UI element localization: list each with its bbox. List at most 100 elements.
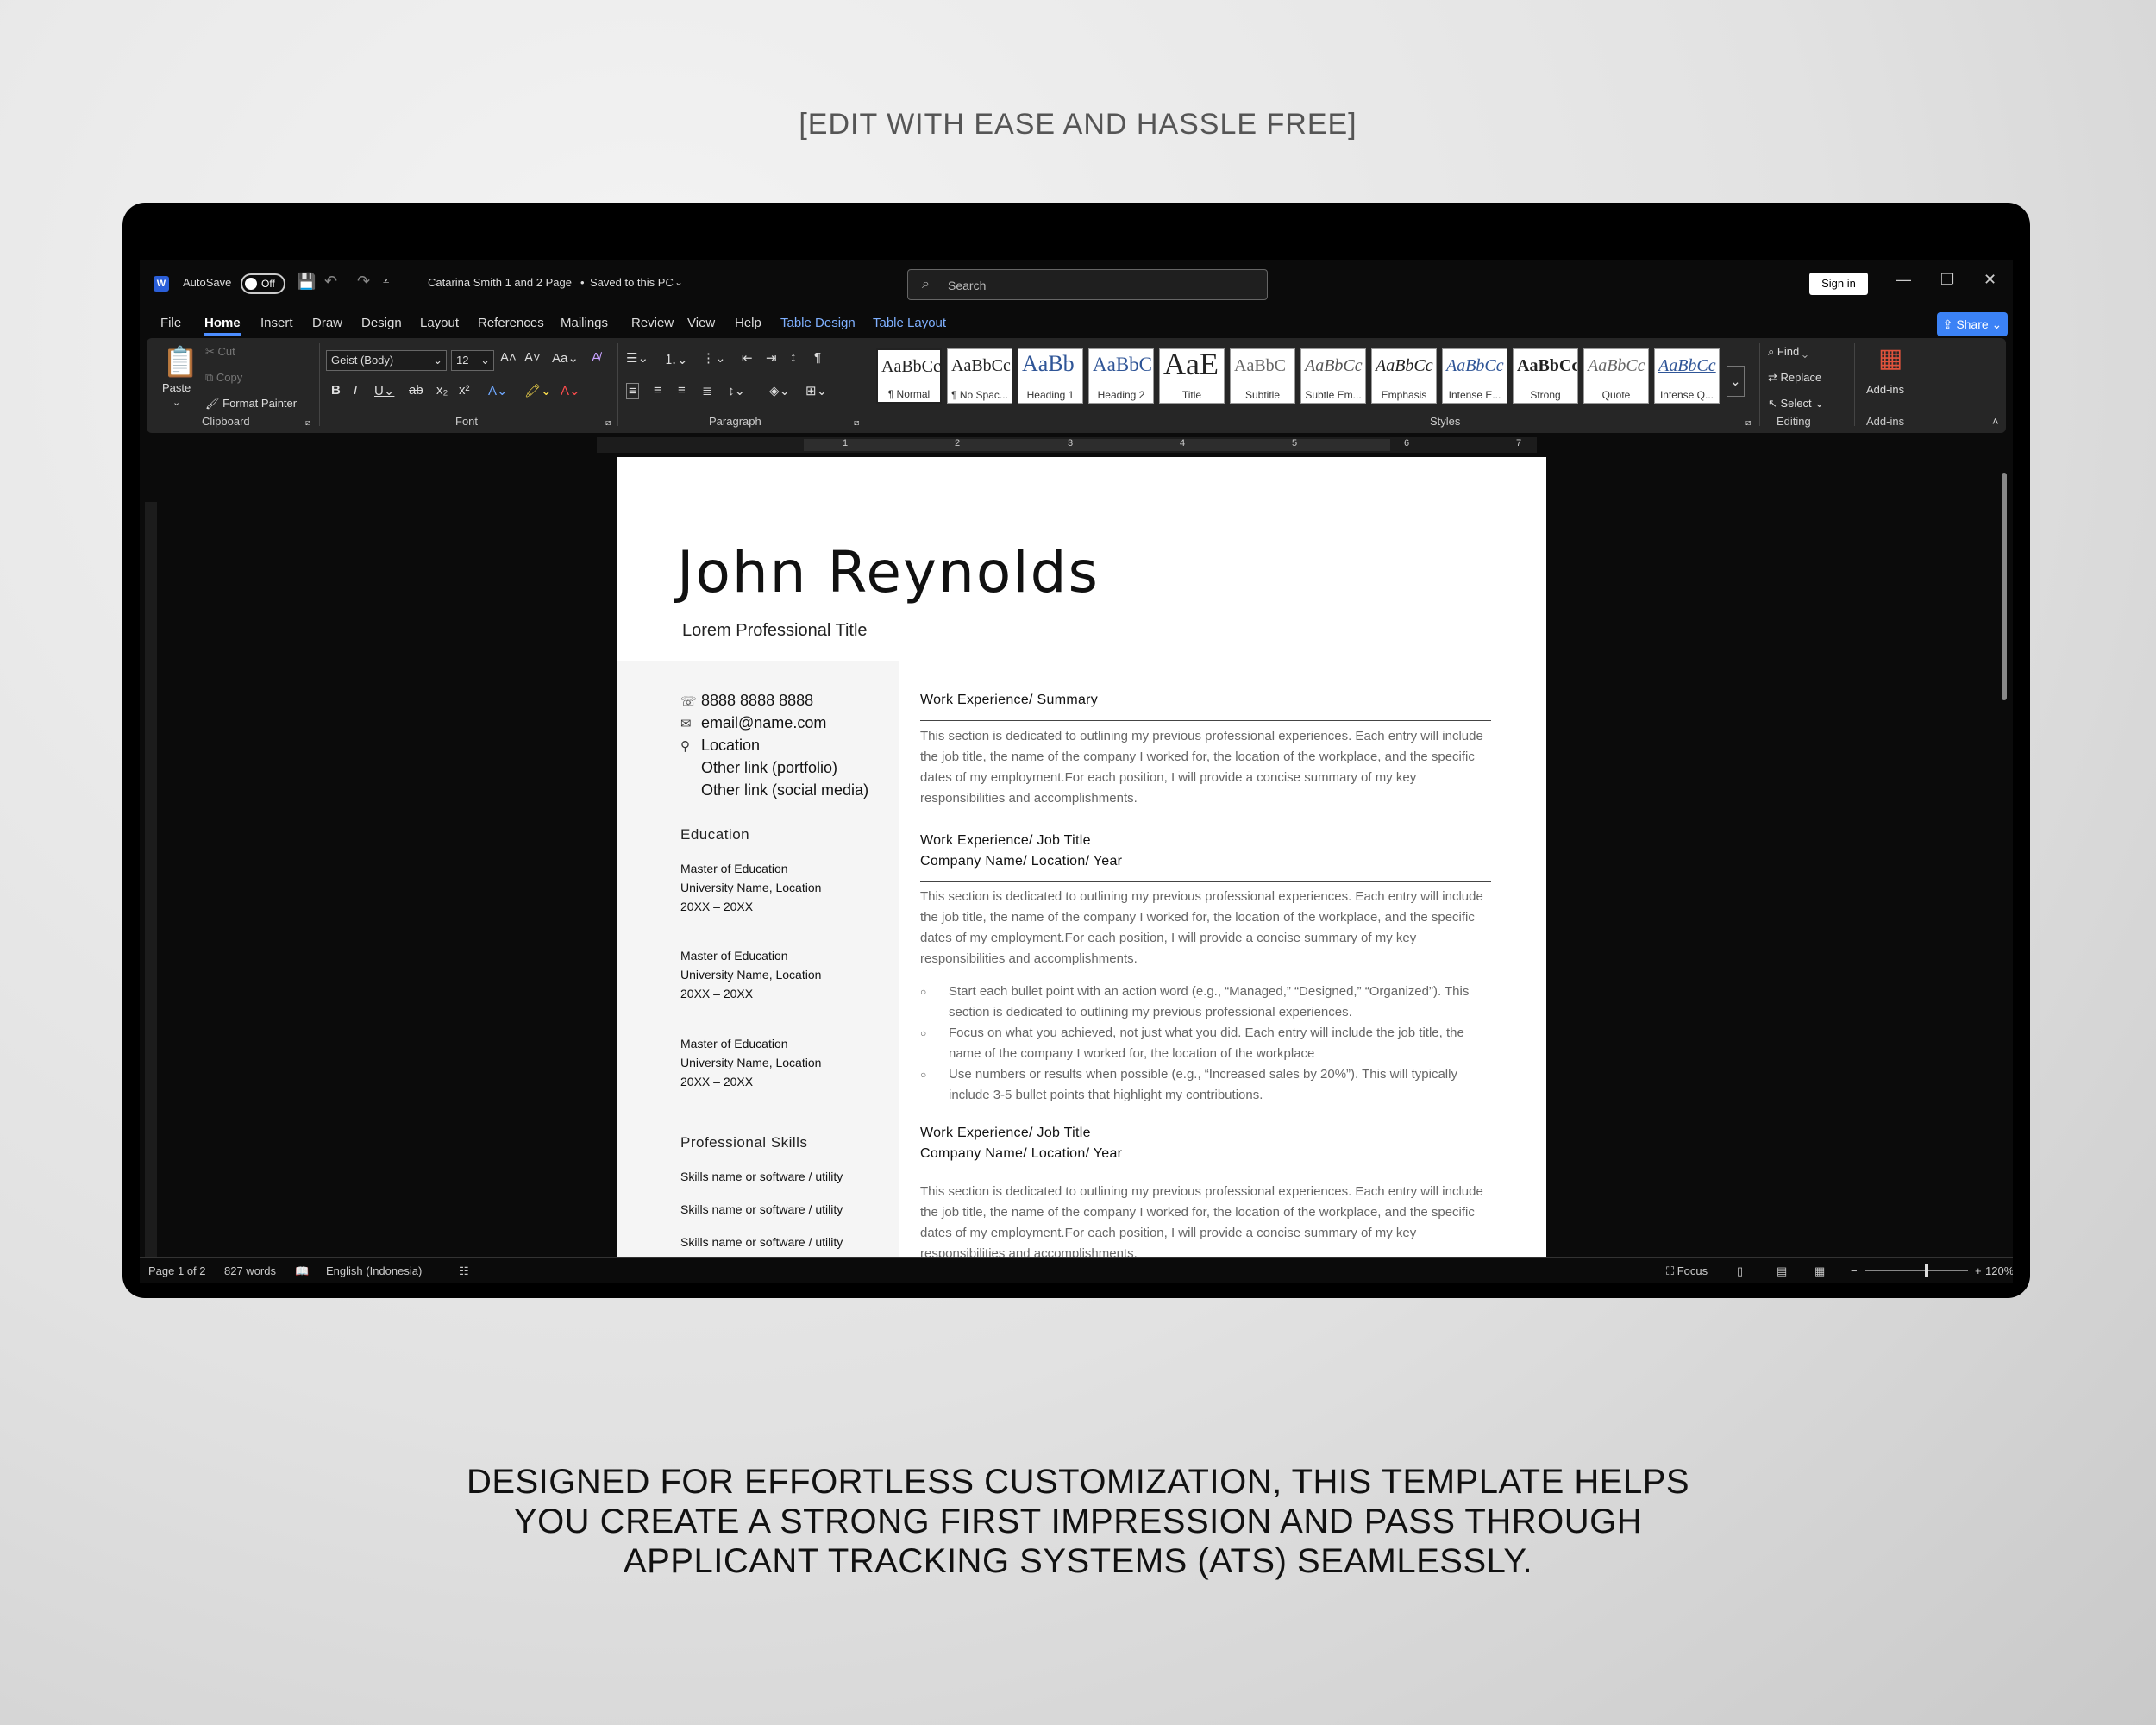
contact-email[interactable]: ✉ email@name.com bbox=[680, 714, 826, 732]
tab-design[interactable]: Design bbox=[361, 316, 402, 330]
focus-button[interactable]: ⛶ Focus bbox=[1666, 1264, 1708, 1278]
style-subtitle[interactable]: AaBbC Subtitle bbox=[1230, 348, 1295, 404]
add-ins-button[interactable]: Add-ins bbox=[1866, 383, 1904, 396]
bold-icon[interactable]: B bbox=[331, 383, 341, 398]
align-right-icon[interactable]: ≡ bbox=[678, 383, 686, 398]
skills-heading[interactable]: Professional Skills bbox=[680, 1134, 807, 1151]
proofing-icon[interactable]: 📖 bbox=[295, 1264, 309, 1278]
subscript-icon[interactable]: x₂ bbox=[436, 383, 448, 398]
redo-icon[interactable]: ↷ bbox=[357, 273, 370, 291]
tab-home[interactable]: Home bbox=[204, 316, 241, 336]
vertical-ruler[interactable] bbox=[145, 502, 157, 1261]
line-spacing-icon[interactable]: ↕⌄ bbox=[728, 383, 745, 398]
dialog-launcher-icon[interactable]: ⧄ bbox=[854, 418, 859, 428]
tab-references[interactable]: References bbox=[478, 316, 544, 330]
document-page[interactable]: John Reynolds Lorem Professional Title ☏… bbox=[617, 457, 1546, 1259]
page-count[interactable]: Page 1 of 2 bbox=[148, 1264, 206, 1277]
job1-paragraph[interactable]: This section is dedicated to outlining m… bbox=[920, 887, 1493, 969]
italic-icon[interactable]: I bbox=[354, 383, 357, 398]
tab-review[interactable]: Review bbox=[631, 316, 674, 330]
zoom-level[interactable]: 120% bbox=[1985, 1264, 2013, 1277]
superscript-icon[interactable]: x² bbox=[459, 383, 470, 398]
scrollbar-thumb[interactable] bbox=[2002, 473, 2007, 700]
job1-company[interactable]: Company Name/ Location/ Year bbox=[920, 851, 1122, 872]
shading-icon[interactable]: ◈⌄ bbox=[769, 383, 790, 398]
tab-draw[interactable]: Draw bbox=[312, 316, 342, 330]
style-no-spacing[interactable]: AaBbCc ¶ No Spac... bbox=[947, 348, 1012, 404]
align-left-icon[interactable]: ≡ bbox=[626, 383, 639, 399]
style-intense-quote[interactable]: AaBbCc Intense Q... bbox=[1654, 348, 1720, 404]
search-box[interactable]: ⌕ Search bbox=[907, 269, 1268, 300]
document-title[interactable]: Catarina Smith 1 and 2 Page bbox=[428, 276, 572, 289]
style-heading-2[interactable]: AaBbC Heading 2 bbox=[1088, 348, 1154, 404]
web-layout-icon[interactable]: ▦ bbox=[1814, 1264, 1825, 1278]
change-case-icon[interactable]: Aa⌄ bbox=[552, 350, 579, 366]
undo-icon[interactable]: ↶ bbox=[324, 273, 337, 291]
summary-paragraph[interactable]: This section is dedicated to outlining m… bbox=[920, 726, 1493, 809]
add-ins-icon[interactable]: ▦ bbox=[1878, 343, 1902, 373]
tab-mailings[interactable]: Mailings bbox=[561, 316, 608, 330]
save-status[interactable]: Saved to this PC bbox=[590, 276, 674, 289]
accessibility-icon[interactable]: ☷ bbox=[459, 1264, 469, 1278]
tab-insert[interactable]: Insert bbox=[260, 316, 293, 330]
autosave-toggle[interactable]: Off bbox=[241, 273, 285, 294]
tab-view[interactable]: View bbox=[687, 316, 715, 330]
skill-item[interactable]: Skills name or software / utility bbox=[680, 1202, 843, 1216]
sign-in-button[interactable]: Sign in bbox=[1809, 273, 1868, 295]
customize-qat-icon[interactable]: ⩡ bbox=[383, 274, 389, 288]
style-quote[interactable]: AaBbCc Quote bbox=[1583, 348, 1649, 404]
tab-table-layout[interactable]: Table Layout bbox=[873, 316, 946, 330]
chevron-down-icon[interactable]: ⌄ bbox=[172, 397, 180, 408]
style-heading-1[interactable]: AaBb Heading 1 bbox=[1018, 348, 1083, 404]
borders-icon[interactable]: ⊞⌄ bbox=[805, 383, 827, 398]
text-effects-icon[interactable]: A⌄ bbox=[488, 383, 508, 398]
style-intense-emphasis[interactable]: AaBbCc Intense E... bbox=[1442, 348, 1507, 404]
tab-help[interactable]: Help bbox=[735, 316, 761, 330]
numbering-icon[interactable]: ⒈⌄ bbox=[664, 350, 688, 368]
pilcrow-icon[interactable]: ¶ bbox=[814, 350, 821, 365]
read-mode-icon[interactable]: ▯ bbox=[1737, 1264, 1743, 1278]
job1-heading[interactable]: Work Experience/ Job Title bbox=[920, 831, 1091, 851]
close-icon[interactable]: ✕ bbox=[1984, 271, 1996, 289]
clear-formatting-icon[interactable]: A̸ bbox=[592, 350, 600, 365]
copy-button[interactable]: ⧉ Copy bbox=[205, 371, 242, 385]
contact-social[interactable]: Other link (social media) bbox=[680, 781, 868, 800]
zoom-out-icon[interactable]: − bbox=[1851, 1264, 1858, 1277]
font-color-icon[interactable]: A⌄ bbox=[561, 383, 580, 398]
font-family-select[interactable]: Geist (Body) ⌄ bbox=[326, 350, 447, 371]
style-strong[interactable]: AaBbCc Strong bbox=[1513, 348, 1578, 404]
minimize-icon[interactable]: — bbox=[1896, 271, 1911, 289]
bullet-item[interactable]: ○ Use numbers or results when possible (e… bbox=[920, 1064, 1493, 1106]
align-center-icon[interactable]: ≡ bbox=[654, 383, 661, 398]
justify-icon[interactable]: ≣ bbox=[702, 383, 713, 398]
bullet-item[interactable]: ○ Focus on what you achieved, not just wh… bbox=[920, 1023, 1493, 1064]
tab-file[interactable]: File bbox=[160, 316, 181, 330]
style-subtle-emphasis[interactable]: AaBbCc Subtle Em... bbox=[1300, 348, 1366, 404]
contact-phone[interactable]: ☏ 8888 8888 8888 bbox=[680, 692, 813, 710]
highlight-icon[interactable]: 🖍⌄ bbox=[524, 383, 552, 398]
style-emphasis[interactable]: AaBbCc Emphasis bbox=[1371, 348, 1437, 404]
paste-icon[interactable]: 📋 bbox=[162, 345, 198, 380]
find-button[interactable]: ⌕ Find ⌄ bbox=[1768, 345, 1808, 359]
paste-button[interactable]: Paste bbox=[162, 381, 191, 394]
style-title[interactable]: AaE Title bbox=[1159, 348, 1225, 404]
dialog-launcher-icon[interactable]: ⧄ bbox=[605, 418, 611, 428]
chevron-down-icon[interactable]: ⌄ bbox=[674, 276, 683, 288]
zoom-in-icon[interactable]: + bbox=[1975, 1264, 1982, 1277]
contact-location[interactable]: ⚲ Location bbox=[680, 737, 760, 755]
education-heading[interactable]: Education bbox=[680, 826, 749, 844]
resume-name[interactable]: John Reynolds bbox=[677, 539, 1100, 605]
tab-layout[interactable]: Layout bbox=[420, 316, 459, 330]
summary-heading[interactable]: Work Experience/ Summary bbox=[920, 690, 1098, 711]
select-button[interactable]: ↖ Select ⌄ bbox=[1768, 397, 1824, 411]
job2-heading[interactable]: Work Experience/ Job Title bbox=[920, 1123, 1091, 1144]
restore-icon[interactable]: ❐ bbox=[1940, 271, 1954, 289]
format-painter-button[interactable]: 🖌 Format Painter bbox=[205, 397, 297, 411]
increase-indent-icon[interactable]: ⇥ bbox=[766, 350, 777, 366]
grow-font-icon[interactable]: A˄ bbox=[500, 350, 517, 365]
tab-table-design[interactable]: Table Design bbox=[780, 316, 856, 330]
job2-paragraph[interactable]: This section is dedicated to outlining m… bbox=[920, 1182, 1493, 1259]
print-layout-icon[interactable]: ▤ bbox=[1777, 1264, 1787, 1278]
education-entry[interactable]: Master of Education University Name, Loc… bbox=[680, 859, 821, 916]
multilevel-list-icon[interactable]: ⋮⌄ bbox=[702, 350, 726, 366]
